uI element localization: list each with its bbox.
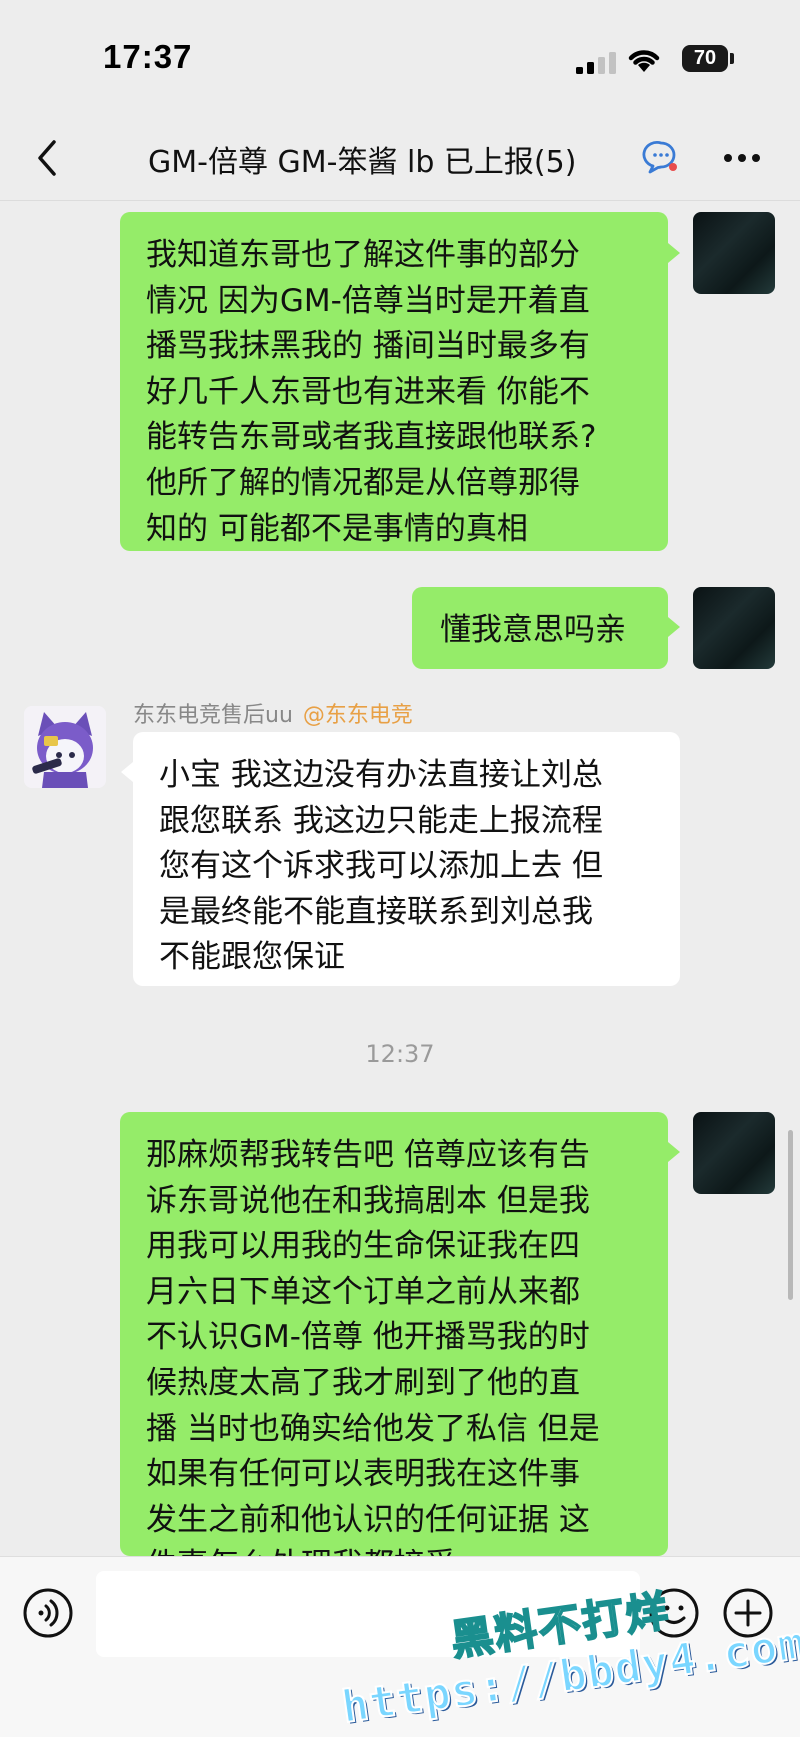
message-bubble-sent[interactable]: 那麻烦帮我转告吧 倍尊应该有告 诉东哥说他在和我搞剧本 但是我 用我可以用我的生… [120, 1112, 668, 1556]
avatar-self[interactable] [693, 1112, 775, 1194]
status-bar: 17:37 70 [0, 0, 800, 118]
bubble-tail [121, 762, 133, 782]
watermark: 黑料不打烊 https://bbdy4.com [338, 1585, 800, 1736]
chat-title: GM-倍尊 GM-笨酱 lb 已上报(5) [148, 145, 577, 180]
chat-header: GM-倍尊 GM-笨酱 lb 已上报(5) [0, 118, 800, 201]
battery-tip [730, 53, 734, 64]
cat-mascot-icon [24, 706, 106, 788]
group-chat-icon[interactable] [642, 138, 680, 176]
message-bubble-sent[interactable]: 懂我意思吗亲 [412, 587, 668, 669]
avatar-agent[interactable] [24, 706, 106, 788]
sender-tag[interactable]: @东东电竞 [303, 703, 413, 728]
timestamp-separator: 12:37 [365, 1040, 435, 1068]
scrollbar[interactable] [788, 1130, 793, 1300]
avatar-self[interactable] [693, 212, 775, 294]
back-icon[interactable] [32, 136, 62, 180]
message-bubble-received[interactable]: 小宝 我这边没有办法直接让刘总 跟您联系 我这边只能走上报流程 您有这个诉求我可… [133, 732, 680, 986]
sender-nickname: 东东电竞售后uu [133, 703, 293, 728]
wifi-icon [628, 50, 660, 72]
sender-name: 东东电竞售后uu @东东电竞 [133, 697, 413, 729]
bubble-tail [668, 1142, 680, 1162]
status-time: 17:37 [103, 38, 193, 75]
more-options-icon[interactable] [722, 152, 762, 164]
bubble-tail [668, 617, 680, 637]
cellular-signal-icon [576, 52, 616, 74]
message-bubble-sent[interactable]: 我知道东哥也了解这件事的部分 情况 因为GM-倍尊当时是开着直 播骂我抹黑我的 … [120, 212, 668, 551]
avatar-self[interactable] [693, 587, 775, 669]
voice-input-icon[interactable] [22, 1587, 74, 1639]
battery-indicator: 70 [682, 45, 728, 72]
bubble-tail [668, 243, 680, 263]
